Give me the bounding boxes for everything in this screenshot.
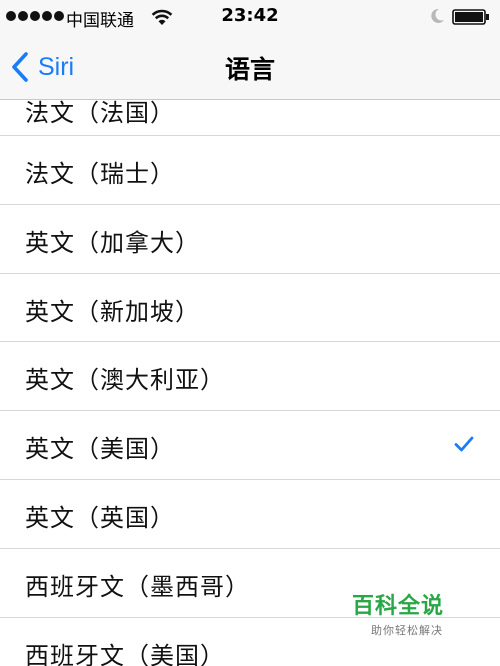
language-option[interactable]: 英文（澳大利亚） <box>0 342 500 412</box>
language-list: 法文（法国） 法文（瑞士） 英文（加拿大） 英文（新加坡） 英文（澳大利亚） 英… <box>0 67 500 666</box>
language-option[interactable]: 英文（加拿大） <box>0 205 500 274</box>
status-bar: 中国联通 23:42 <box>0 0 500 34</box>
language-label: 英文（加拿大） <box>25 228 200 257</box>
battery-icon <box>452 9 489 25</box>
language-label: 英文（澳大利亚） <box>25 366 225 395</box>
language-label: 西班牙文（墨西哥） <box>25 572 250 601</box>
language-option[interactable]: 法文（法国） <box>0 67 500 136</box>
watermark-logo: 百科全说 助你轻松解决 <box>352 588 462 644</box>
wifi-icon <box>151 9 173 25</box>
language-option[interactable]: 英文（新加坡） <box>0 274 500 343</box>
language-label: 西班牙文（美国） <box>25 641 225 666</box>
language-label: 英文（英国） <box>25 503 175 532</box>
do-not-disturb-moon-icon <box>431 8 444 23</box>
language-label: 法文（瑞士） <box>25 160 175 188</box>
watermark-title: 百科全说 <box>352 594 445 619</box>
signal-strength-icon <box>6 11 64 21</box>
language-label: 英文（新加坡） <box>25 297 200 326</box>
language-option[interactable]: 法文（瑞士） <box>0 136 500 205</box>
language-label: 英文（美国） <box>25 435 175 464</box>
language-option[interactable]: 英文（英国） <box>0 480 500 549</box>
language-option-selected[interactable]: 英文（美国） <box>0 411 500 480</box>
watermark-subtitle: 助你轻松解决 <box>371 624 443 637</box>
language-label: 法文（法国） <box>25 99 175 127</box>
carrier-name: 中国联通 <box>66 11 134 31</box>
checkmark-icon <box>454 436 474 452</box>
